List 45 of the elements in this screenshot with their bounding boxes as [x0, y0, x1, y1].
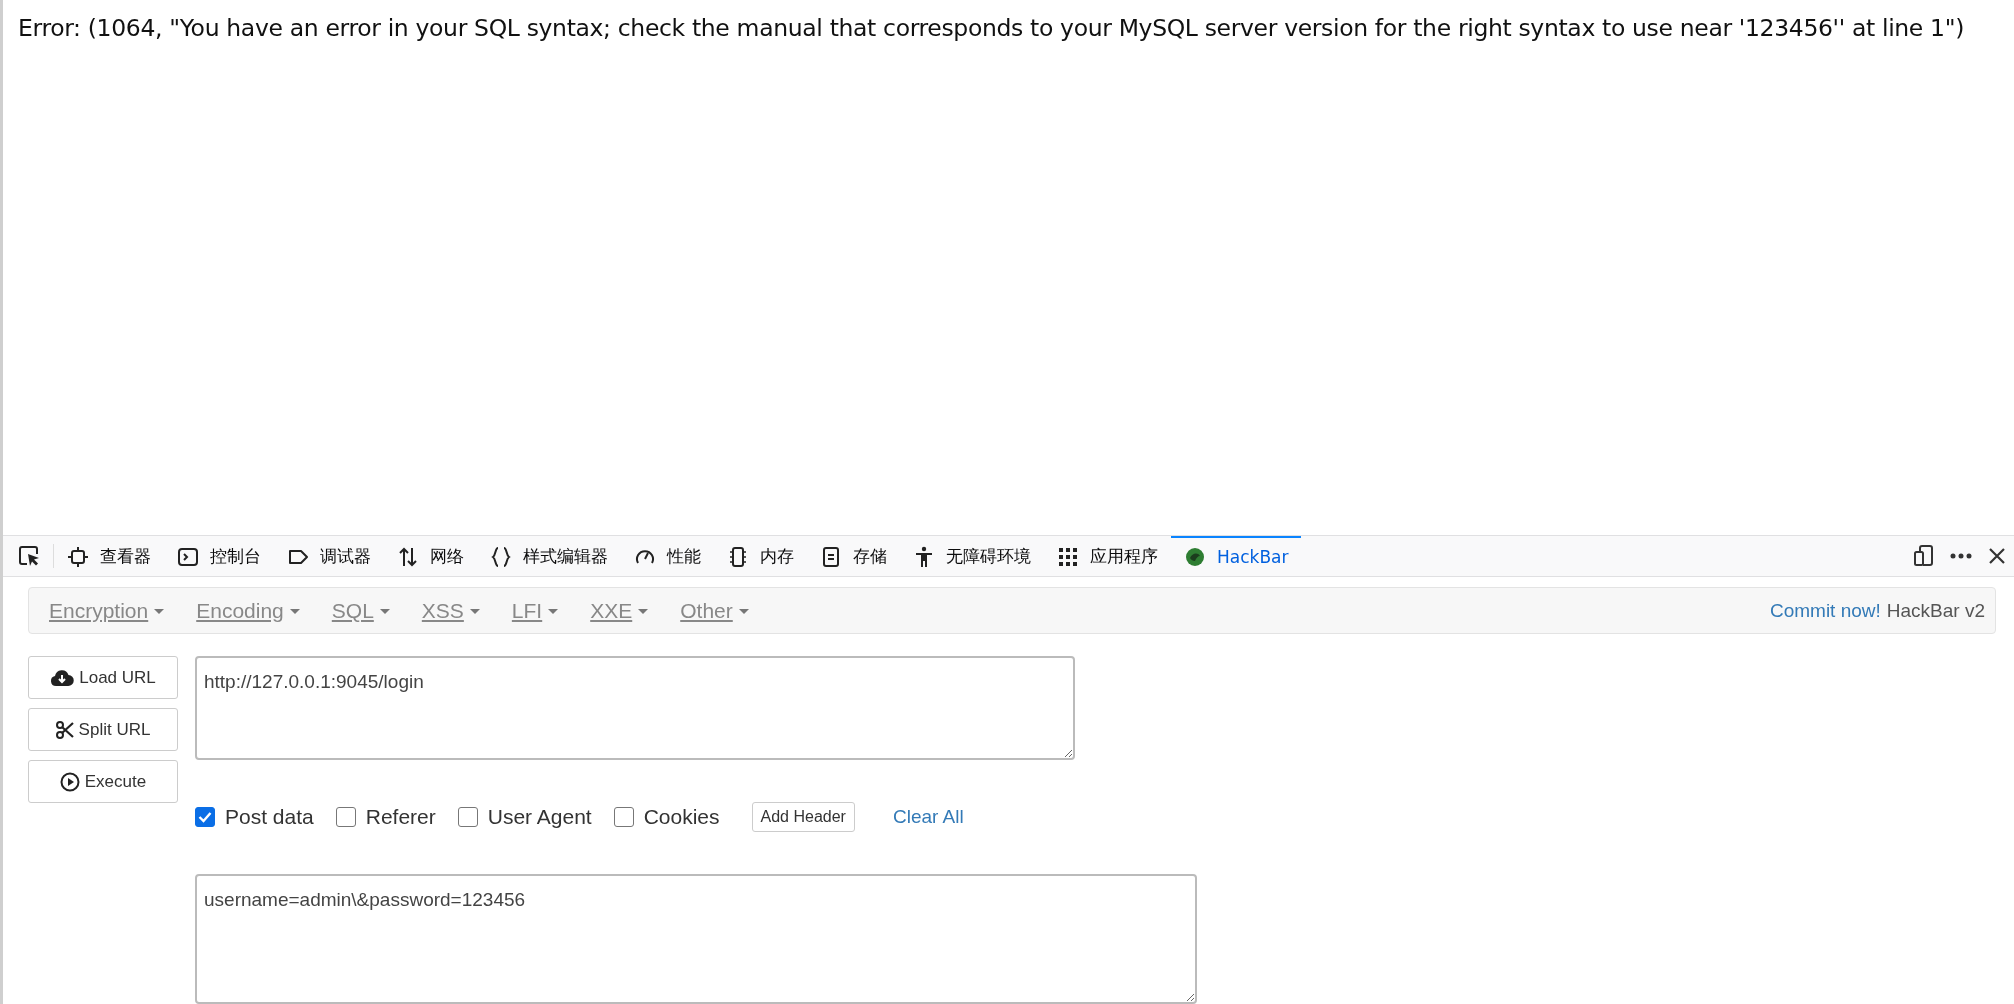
- clear-all-link[interactable]: Clear All: [892, 806, 964, 828]
- checkbox-label: User Agent: [487, 805, 592, 829]
- add-header-button[interactable]: Add Header: [751, 802, 855, 832]
- devtools-tab[interactable]: 调试器: [274, 535, 384, 576]
- storage-icon: [820, 546, 842, 568]
- play-circle-icon: [59, 771, 80, 792]
- more-icon[interactable]: [1950, 553, 1972, 559]
- devtools-tab[interactable]: 无障碍环境: [900, 535, 1044, 576]
- chip-icon: [67, 546, 89, 568]
- terminal-icon: [177, 546, 199, 568]
- close-icon[interactable]: [1988, 547, 2006, 565]
- version-label: HackBar v2: [1886, 599, 1985, 622]
- ball-logo-icon: [1184, 546, 1206, 568]
- post-data-field[interactable]: username=admin\&password=123456: [195, 874, 1197, 1004]
- devtools-tab[interactable]: HackBar: [1171, 535, 1302, 576]
- checkbox-label: Cookies: [643, 805, 720, 829]
- devtools-tab[interactable]: 存储: [807, 535, 900, 576]
- braces-icon: [490, 546, 512, 568]
- execute-button[interactable]: Execute: [28, 760, 178, 803]
- devtools-tab[interactable]: 性能: [621, 535, 714, 576]
- cloud-download-icon: [50, 668, 75, 687]
- checkbox[interactable]: [335, 807, 356, 827]
- memory-chip-icon: [727, 546, 749, 568]
- scissors-icon: [55, 720, 74, 739]
- checkbox[interactable]: [457, 807, 478, 827]
- grid-icon: [1057, 546, 1079, 568]
- devtools-tab[interactable]: 内存: [714, 535, 807, 576]
- commit-link[interactable]: Commit now!: [1769, 599, 1881, 622]
- up-down-arrows-icon: [397, 546, 419, 568]
- url-field[interactable]: http://127.0.0.1:9045/login: [195, 656, 1075, 760]
- error-message: Error: (1064, "You have an error in your SQL syntax; check the manual that corresponds to your MySQL server version for the right syntax to use near '123456'' at line 1"): [18, 14, 1965, 42]
- checkbox-label: Referer: [365, 805, 436, 829]
- checkbox[interactable]: [613, 807, 634, 827]
- devtools-tab[interactable]: 应用程序: [1044, 535, 1171, 576]
- split-button[interactable]: Split URL: [28, 708, 178, 751]
- person-icon: [913, 546, 935, 568]
- checkbox-label: Post data: [225, 805, 314, 829]
- element-picker-icon[interactable]: [17, 544, 41, 568]
- dock-icon[interactable]: [1914, 545, 1934, 567]
- checkbox[interactable]: [195, 807, 215, 827]
- devtools-tab[interactable]: 网络: [384, 535, 477, 576]
- load-button[interactable]: Load URL: [28, 656, 178, 699]
- devtools-tab[interactable]: 控制台: [164, 535, 274, 576]
- devtools-tab[interactable]: 查看器: [54, 535, 164, 576]
- devtools-tab[interactable]: 样式编辑器: [477, 535, 621, 576]
